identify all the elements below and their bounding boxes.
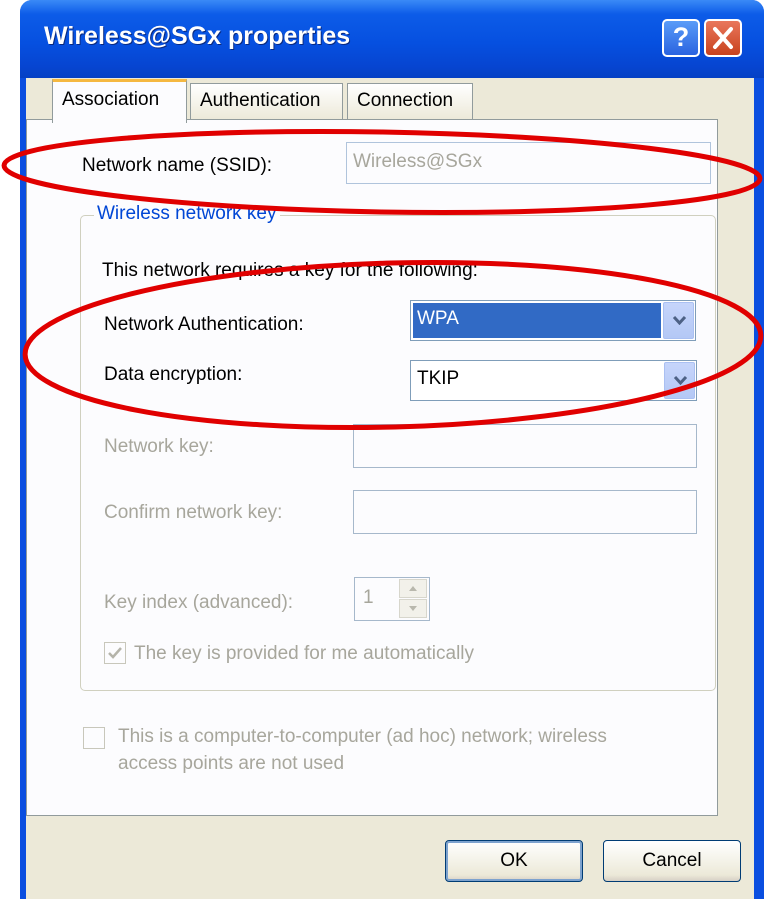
spin-up-button[interactable] [399, 579, 427, 598]
network-key-label: Network key: [104, 436, 214, 457]
confirm-key-field[interactable] [353, 490, 697, 534]
title-bar[interactable]: Wireless@SGx properties ? [20, 0, 764, 78]
chevron-down-icon [674, 375, 687, 385]
ok-button[interactable]: OK [445, 840, 583, 882]
auth-value: WPA [413, 303, 661, 338]
spin-down-button[interactable] [399, 599, 427, 618]
help-button[interactable]: ? [662, 19, 700, 57]
window-title: Wireless@SGx properties [44, 22, 351, 50]
checkmark-icon [108, 647, 122, 659]
tab-connection[interactable]: Connection [347, 83, 473, 120]
close-icon [713, 27, 733, 49]
chevron-down-icon [409, 606, 417, 611]
auto-key-checkbox[interactable] [104, 642, 126, 664]
adhoc-label-line1: This is a computer-to-computer (ad hoc) … [118, 726, 607, 747]
cancel-button[interactable]: Cancel [603, 840, 741, 882]
adhoc-label-line2: access points are not used [118, 753, 345, 774]
ssid-label: Network name (SSID): [82, 155, 273, 176]
ssid-value: Wireless@SGx [353, 151, 483, 172]
tab-authentication[interactable]: Authentication [190, 83, 343, 120]
auto-key-label: The key is provided for me automatically [134, 643, 475, 664]
auth-label: Network Authentication: [104, 314, 304, 335]
tab-association-label: Association [62, 89, 160, 110]
chevron-down-icon [673, 315, 686, 325]
tab-association[interactable]: Association [52, 79, 187, 123]
auth-dropdown-button[interactable] [663, 302, 694, 339]
chevron-up-icon [409, 586, 417, 591]
requires-key-text: This network requires a key for the foll… [102, 260, 478, 281]
key-index-label: Key index (advanced): [104, 592, 294, 613]
adhoc-checkbox[interactable] [83, 727, 105, 749]
encryption-dropdown-button[interactable] [664, 362, 695, 399]
encryption-value: TKIP [417, 368, 460, 389]
auth-dropdown[interactable]: WPA [410, 300, 696, 341]
encryption-dropdown[interactable]: TKIP [410, 360, 697, 401]
encryption-label: Data encryption: [104, 364, 243, 385]
ssid-field[interactable]: Wireless@SGx [346, 142, 711, 184]
close-button[interactable] [704, 19, 742, 57]
key-index-spinner[interactable]: 1 [354, 577, 430, 621]
tab-authentication-label: Authentication [200, 90, 321, 111]
confirm-key-label: Confirm network key: [104, 502, 283, 523]
key-index-value: 1 [363, 587, 374, 608]
tab-connection-label: Connection [357, 90, 454, 111]
wireless-key-group-title: Wireless network key [94, 203, 280, 225]
network-key-field[interactable] [353, 424, 697, 468]
